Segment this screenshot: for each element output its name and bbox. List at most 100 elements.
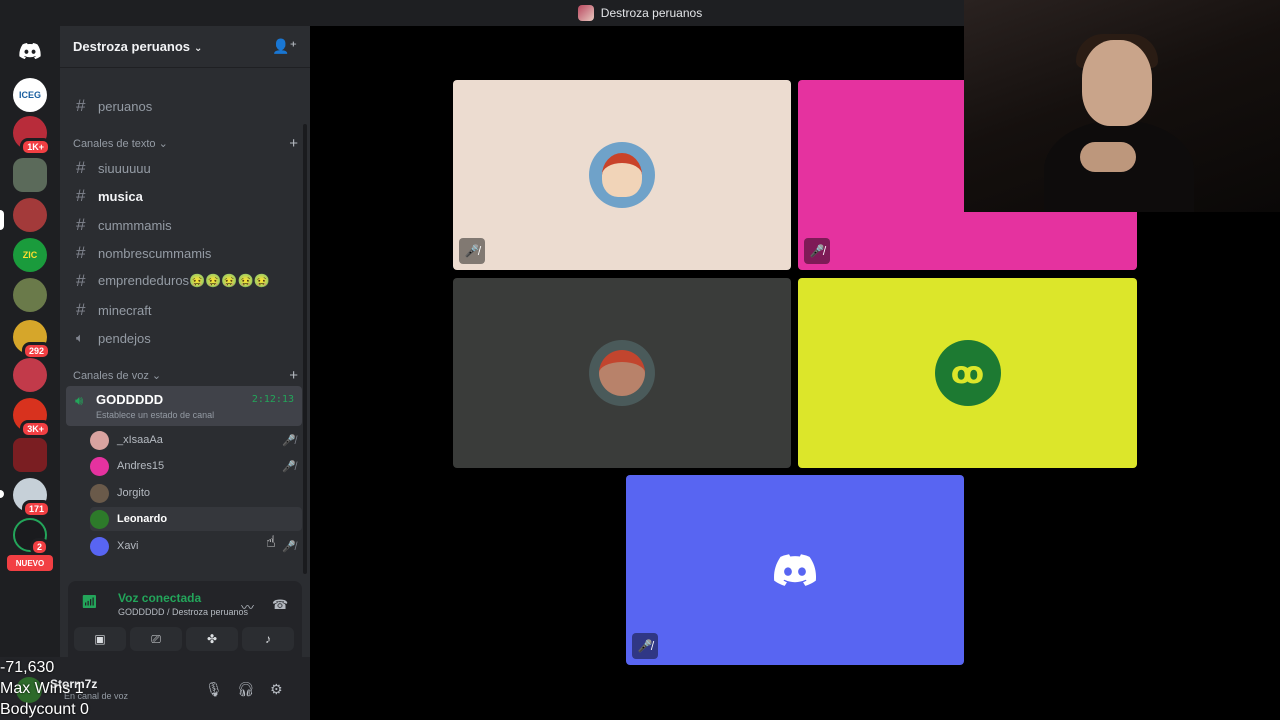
category-label: Canales de texto xyxy=(73,137,156,150)
voice-user-name: Xavi xyxy=(117,540,139,552)
hash-icon: # xyxy=(76,243,86,262)
hash-icon: # xyxy=(76,158,86,177)
channel-status[interactable]: Establece un estado de canal xyxy=(96,410,214,420)
server-10[interactable] xyxy=(13,438,47,472)
badge: 1K+ xyxy=(20,138,51,156)
server-iceg[interactable]: ICEG xyxy=(13,78,47,112)
avatar xyxy=(90,509,109,529)
gear-icon[interactable]: ⚙ xyxy=(270,681,283,698)
voice-connection-panel: 📶︎ Voz conectada GODDDDD / Destroza peru… xyxy=(68,581,302,657)
mic-muted-icon: 🎤̸ xyxy=(804,238,830,264)
server-12[interactable]: 2 xyxy=(13,518,49,556)
server-3[interactable] xyxy=(13,158,47,192)
active-voice-channel[interactable]: 🔊︎ GODDDDD Establece un estado de canal … xyxy=(66,386,302,426)
server-label: ICEG xyxy=(18,90,41,100)
server-8[interactable] xyxy=(13,358,47,392)
avatar xyxy=(90,536,109,556)
discord-app: Destroza peruanos ICEG 1K+ ZIC 292 3K+ 1… xyxy=(0,0,1280,720)
headphones-icon[interactable]: 🎧︎ xyxy=(237,681,255,698)
badge: 2 xyxy=(29,538,49,556)
webcam-overlay xyxy=(964,0,1280,212)
channel-peruanos[interactable]: # peruanos xyxy=(68,93,302,119)
badge: 171 xyxy=(21,500,51,518)
avatar xyxy=(589,340,655,406)
mic-muted-icon: 🎤̸ xyxy=(282,434,296,447)
voice-user-name: _xIsaaAa xyxy=(117,434,163,446)
camera-off-button[interactable]: ▣ xyxy=(74,627,126,651)
channel-label: minecraft xyxy=(98,302,152,318)
channel-label: musica xyxy=(98,188,143,204)
server-icon xyxy=(577,5,594,21)
voice-user[interactable]: _xIsaaAa 🎤̸ xyxy=(90,428,302,452)
channel-siuuuuuu[interactable]: # siuuuuuu xyxy=(68,155,302,181)
voice-user[interactable]: Leonardo xyxy=(90,507,302,531)
voice-user-name: Andres15 xyxy=(117,460,165,472)
server-zic[interactable]: ZIC xyxy=(13,238,47,272)
add-member-icon[interactable]: 👤⁺ xyxy=(272,38,297,55)
disconnect-icon[interactable]: ☎︎ xyxy=(272,597,288,613)
soundboard-button[interactable]: ♪ xyxy=(242,627,294,651)
server-6[interactable] xyxy=(13,278,47,312)
avatar: ꝏ xyxy=(934,340,1001,406)
activities-button[interactable]: ✤ xyxy=(186,627,238,651)
unread-indicator xyxy=(0,490,4,498)
overlay-line: Max Wins 1 xyxy=(0,680,84,697)
screen-share-button[interactable]: ⎚ xyxy=(130,627,182,651)
overlay-line: -71,630 xyxy=(0,659,55,676)
mic-muted-icon: 🎤̸ xyxy=(282,460,296,473)
participant-tile[interactable]: 🎤̸ xyxy=(453,80,791,270)
voice-user-name: Leonardo xyxy=(117,513,168,525)
new-badge[interactable]: NUEVO xyxy=(7,555,53,571)
hash-icon: # xyxy=(76,300,86,319)
mouse-cursor-icon: ☝ xyxy=(266,534,276,551)
server-header[interactable]: Destroza peruanos ⌄ 👤⁺ xyxy=(60,26,310,68)
webcam-person xyxy=(1082,40,1152,126)
server-9[interactable]: 3K+ xyxy=(13,398,51,438)
mic-muted-icon: 🎤̸ xyxy=(459,238,485,264)
server-11[interactable]: 171 xyxy=(13,478,51,518)
chevron-down-icon: ⌄ xyxy=(194,43,203,54)
channel-musica[interactable]: # musica xyxy=(68,183,302,209)
voice-status[interactable]: Voz conectada xyxy=(118,591,201,605)
add-channel-icon[interactable]: + xyxy=(289,367,298,384)
voice-timer: 2:12:13 xyxy=(251,394,294,405)
channel-label: peruanos xyxy=(98,98,153,114)
chevron-down-icon: ⌄ xyxy=(158,137,168,150)
chevron-down-icon: ⌄ xyxy=(151,369,162,382)
screen-share-icon: ⎚ xyxy=(151,631,161,646)
soundboard-icon: ♪ xyxy=(265,632,271,646)
stream-overlay: -71,630 Max Wins 1 Bodycount 0 xyxy=(0,657,89,720)
hash-icon: # xyxy=(76,96,86,115)
discord-logo-icon xyxy=(19,43,41,59)
microphone-icon[interactable]: 🎙︎ xyxy=(205,681,223,698)
noise-suppression-icon[interactable]: 〰︎ xyxy=(241,597,254,616)
channel-nombrescummamis[interactable]: # nombrescummamis xyxy=(68,240,302,266)
participant-tile[interactable]: 🎤̸ xyxy=(626,475,964,665)
server-7[interactable]: 292 xyxy=(13,320,51,360)
channel-cummmamis[interactable]: # cummmamis xyxy=(68,212,302,238)
participant-tile-speaking[interactable]: ꝏ xyxy=(798,278,1137,468)
server-4[interactable] xyxy=(13,198,47,232)
signal-icon: 📶︎ xyxy=(81,594,98,609)
voice-user[interactable]: Jorgito xyxy=(90,481,302,505)
voice-user[interactable]: Andres15 🎤̸ xyxy=(90,454,302,478)
voice-location[interactable]: GODDDDD / Destroza peruanos xyxy=(118,607,248,617)
add-channel-icon[interactable]: + xyxy=(289,135,298,152)
channel-label: emprendeduros🤢🤢🤢🤢🤢 xyxy=(98,273,270,288)
mic-muted-icon: 🎤̸ xyxy=(632,633,658,659)
avatar xyxy=(90,483,109,503)
mic-muted-icon: 🎤̸ xyxy=(282,540,296,553)
voice-category[interactable]: Canales de voz ⌄ + xyxy=(73,367,298,384)
avatar xyxy=(762,537,828,603)
webcam-person xyxy=(1080,142,1136,172)
scrollbar[interactable] xyxy=(303,124,307,574)
text-category[interactable]: Canales de texto ⌄ + xyxy=(73,135,298,152)
server-label: ZIC xyxy=(22,250,38,260)
participant-tile[interactable] xyxy=(453,278,791,468)
discord-home-button[interactable] xyxy=(13,34,47,68)
channel-emprendeduros[interactable]: # emprendeduros🤢🤢🤢🤢🤢 xyxy=(68,268,302,294)
voice-channel-pendejos[interactable]: 🔈︎ pendejos xyxy=(68,325,302,351)
channel-minecraft[interactable]: # minecraft xyxy=(68,297,302,323)
server-2[interactable]: 1K+ xyxy=(13,116,51,156)
activities-icon: ✤ xyxy=(206,632,218,646)
